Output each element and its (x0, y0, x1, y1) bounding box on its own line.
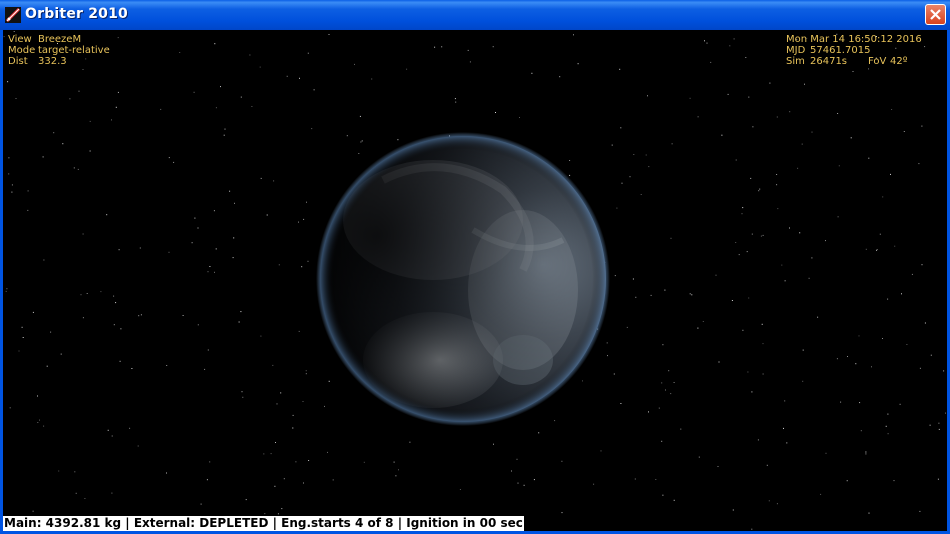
hud-datetime: Mon Mar 14 16:50:12 2016 (786, 34, 922, 45)
hud-time-info: Mon Mar 14 16:50:12 2016 MJD 57461.7015 S… (786, 34, 922, 67)
hud-sim-row: Sim 26471s FoV 42º (786, 56, 908, 67)
engine-status-bar: Main: 4392.81 kg | External: DEPLETED | … (3, 516, 524, 531)
app-window: Orbiter 2010 View BreezeM Mode target-re… (0, 0, 950, 534)
hud-mode-row: Mode target-relative (8, 45, 110, 56)
close-button[interactable] (925, 4, 946, 25)
title-bar[interactable]: Orbiter 2010 (0, 0, 950, 30)
earth-planet (316, 132, 610, 426)
orbiter-app-icon (5, 7, 21, 23)
hud-view-row: View BreezeM (8, 34, 82, 45)
window-title: Orbiter 2010 (25, 6, 128, 22)
simulation-viewport[interactable]: View BreezeM Mode target-relative Dist 332.… (3, 30, 947, 531)
hud-dist-row: Dist 332.3 (8, 56, 67, 67)
close-icon (930, 9, 941, 20)
hud-mjd-row: MJD 57461.7015 (786, 45, 871, 56)
hud-camera-info: View BreezeM Mode target-relative Dist 332.… (8, 34, 110, 67)
